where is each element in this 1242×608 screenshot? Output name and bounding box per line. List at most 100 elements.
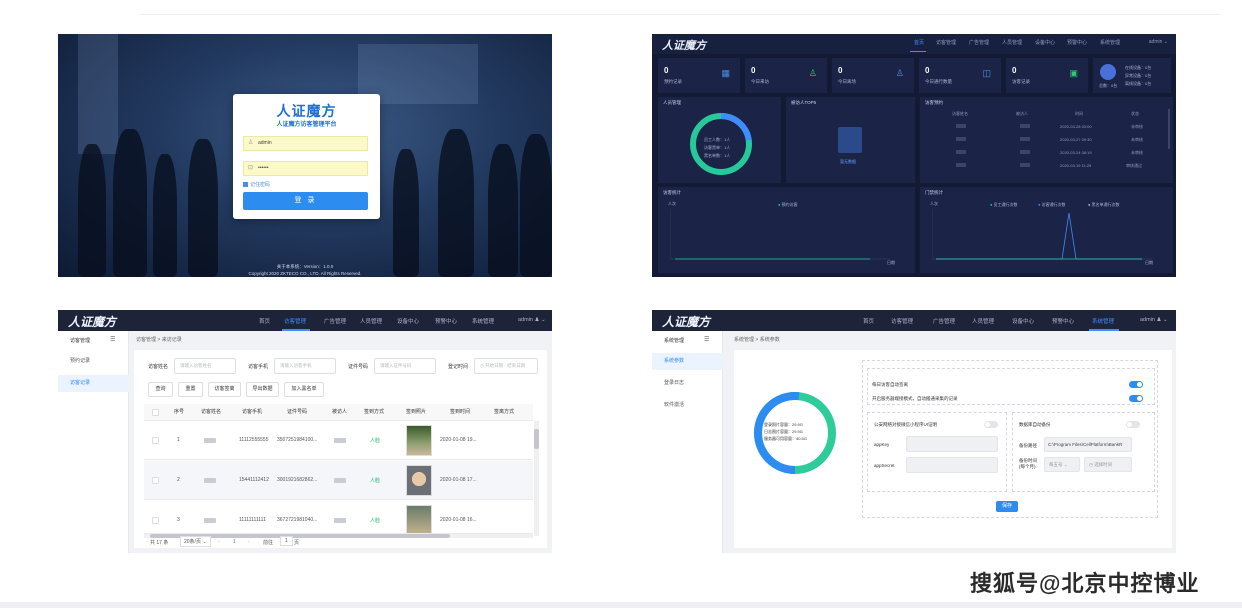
gate-line-chart	[932, 209, 1152, 260]
nav-visitor[interactable]: 访客管理	[891, 317, 913, 325]
auto-checkout-toggle[interactable]	[1129, 381, 1143, 388]
date-range-input[interactable]: ◷ 开始日期 - 结束日期	[474, 358, 538, 374]
scroll-thumb[interactable]	[534, 429, 539, 449]
search-button[interactable]: 查询	[148, 382, 173, 397]
appkey-label: appKey	[874, 442, 890, 447]
visitor-phone-input[interactable]: 请输入访客手机	[274, 358, 336, 374]
server-mode-toggle[interactable]	[1129, 395, 1143, 402]
sidebar-item-params[interactable]: 系统参数	[652, 353, 723, 370]
table-row[interactable]: 1 11112555555 3507251984100... 人脸 2020-0…	[144, 421, 533, 460]
nav-visitor[interactable]: 访客管理	[936, 39, 956, 46]
nav-home[interactable]: 首页	[863, 317, 874, 325]
user-icon: ♟	[1156, 317, 1162, 323]
gate-legend-label: 员工通行次数	[993, 202, 1018, 207]
vertical-scrollbar[interactable]	[534, 421, 539, 536]
stat-label: 访客记录	[1012, 79, 1030, 84]
app-binding-toggle[interactable]	[984, 421, 998, 428]
main-content: 访客姓名 请输入访客姓名 访客手机 请输入访客手机 证件号码 请输入证件号码 登…	[134, 350, 547, 548]
nav-personnel[interactable]: 人员管理	[1002, 39, 1022, 46]
visitor-photo[interactable]	[406, 465, 432, 496]
stat-card: 0 预约记录 ▦	[658, 58, 740, 93]
table-row[interactable]: 2 15441112412 3001921682862... 人脸 2020-0…	[144, 461, 533, 500]
nav-alerts[interactable]: 预警中心	[1067, 39, 1087, 46]
page-size-select[interactable]: 20条/页 ⌄	[180, 536, 211, 547]
backup-toggle[interactable]	[1126, 421, 1140, 428]
reset-button[interactable]: 重置	[178, 382, 203, 397]
nav-personnel[interactable]: 人员管理	[360, 317, 382, 325]
top5-card: 被访人TOP5 暂无数据	[786, 97, 915, 183]
sidebar-item-bookings[interactable]: 预约记录	[58, 353, 129, 370]
col-host: 被访人	[332, 409, 348, 415]
password-value: ••••••	[258, 165, 269, 171]
nav-personnel[interactable]: 人员管理	[972, 317, 994, 325]
nav-system[interactable]: 系统管理	[1100, 39, 1120, 46]
redacted-host	[334, 478, 346, 483]
nav-home[interactable]: 首页	[914, 39, 924, 46]
redacted-name	[204, 518, 216, 523]
id-number-input[interactable]: 请输入证件号码	[374, 358, 436, 374]
sidebar-item-visits[interactable]: 访客记录	[58, 375, 129, 392]
backup-time-picker[interactable]: ◷ 选择时间	[1084, 457, 1132, 472]
current-page[interactable]: 1	[233, 539, 236, 545]
password-field[interactable]: ⊡ ••••••	[243, 161, 368, 176]
row-checkbox[interactable]	[152, 517, 159, 524]
appsecret-input[interactable]	[906, 457, 998, 473]
nav-home[interactable]: 首页	[259, 317, 270, 325]
goto-page-input[interactable]: 1	[280, 536, 293, 546]
backup-day-select[interactable]: 每五号 ⌄	[1044, 457, 1080, 472]
top-divider	[140, 14, 1220, 15]
login-button[interactable]: 登 录	[243, 192, 368, 210]
prev-page-button[interactable]: ‹	[218, 539, 220, 545]
visitor-photo[interactable]	[406, 505, 432, 533]
booking-scrollbar[interactable]	[1168, 109, 1170, 149]
next-page-button[interactable]: ›	[248, 539, 250, 545]
sidebar: 访客管理 ☰ 预约记录 访客记录	[58, 331, 129, 553]
redacted-name	[956, 150, 966, 154]
remember-password-checkbox[interactable]: 记住密码	[243, 181, 270, 188]
version-info: 关于本系统：Version：1.0.0	[276, 264, 334, 269]
nav-visitor[interactable]: 访客管理	[284, 317, 306, 325]
nav-devices[interactable]: 设备中心	[397, 317, 419, 325]
login-screen: 人证魔方 人证魔方访客管理平台 ♙ admin ⊡ •••••• 记住密码 登 …	[58, 34, 552, 277]
nav-alerts[interactable]: 预警中心	[435, 317, 457, 325]
main-content: 登录照片容量：29.9G 日志图片容量：29.9G 服务器可用容量：40.5G …	[734, 350, 1172, 548]
table-row[interactable]: 3 11111111111 3672721981040... 人脸 2020-0…	[144, 501, 533, 534]
nav-devices[interactable]: 设备中心	[1035, 39, 1055, 46]
checkout-button[interactable]: 访客签离	[208, 382, 241, 397]
door-icon: ◫	[982, 68, 991, 78]
sidebar-item-activation[interactable]: 软件激活	[652, 397, 723, 414]
goto-label: 前往	[263, 540, 274, 546]
nav-system[interactable]: 系统管理	[472, 317, 494, 325]
page-unit: 页	[294, 540, 300, 546]
username-field[interactable]: ♙ admin	[243, 136, 368, 151]
menu-toggle-icon[interactable]: ☰	[704, 336, 709, 343]
nav-ads[interactable]: 广告管理	[324, 317, 346, 325]
admin-menu[interactable]: admin ♟ ⌄	[518, 317, 546, 323]
row-checkbox[interactable]	[152, 437, 159, 444]
backup-path-input[interactable]: C:\Program Files\CellPlatform\BankR	[1044, 437, 1132, 452]
menu-toggle-icon[interactable]: ☰	[110, 336, 115, 343]
nav-ads[interactable]: 广告管理	[969, 39, 989, 46]
row-checkbox[interactable]	[152, 477, 159, 484]
add-blacklist-button[interactable]: 加入黑名单	[284, 382, 324, 397]
filter-id-label: 证件号码	[348, 364, 369, 370]
sidebar-item-login-log[interactable]: 登录日志	[652, 375, 723, 392]
save-button[interactable]: 保存	[996, 501, 1018, 512]
nav-ads[interactable]: 广告管理	[933, 317, 955, 325]
x-unit: 日期	[1145, 260, 1153, 265]
booking-col-time: 时间	[1075, 111, 1083, 116]
select-all-checkbox[interactable]	[152, 409, 159, 416]
nav-alerts[interactable]: 预警中心	[1052, 317, 1074, 325]
active-nav-indicator	[1089, 329, 1119, 331]
export-button[interactable]: 导出数据	[246, 382, 279, 397]
visitor-name-input[interactable]: 请输入访客姓名	[174, 358, 236, 374]
crowd-silhouette	[438, 129, 474, 277]
stat-card: 0 访客记录 ▣	[1006, 58, 1088, 93]
admin-menu[interactable]: admin ♟ ⌄	[1140, 317, 1168, 323]
visitor-photo[interactable]	[406, 425, 432, 456]
sidebar-header: 系统管理	[664, 338, 685, 344]
nav-system[interactable]: 系统管理	[1092, 317, 1114, 325]
admin-menu[interactable]: admin ⌄	[1149, 39, 1168, 45]
nav-devices[interactable]: 设备中心	[1012, 317, 1034, 325]
appkey-input[interactable]	[906, 436, 998, 452]
